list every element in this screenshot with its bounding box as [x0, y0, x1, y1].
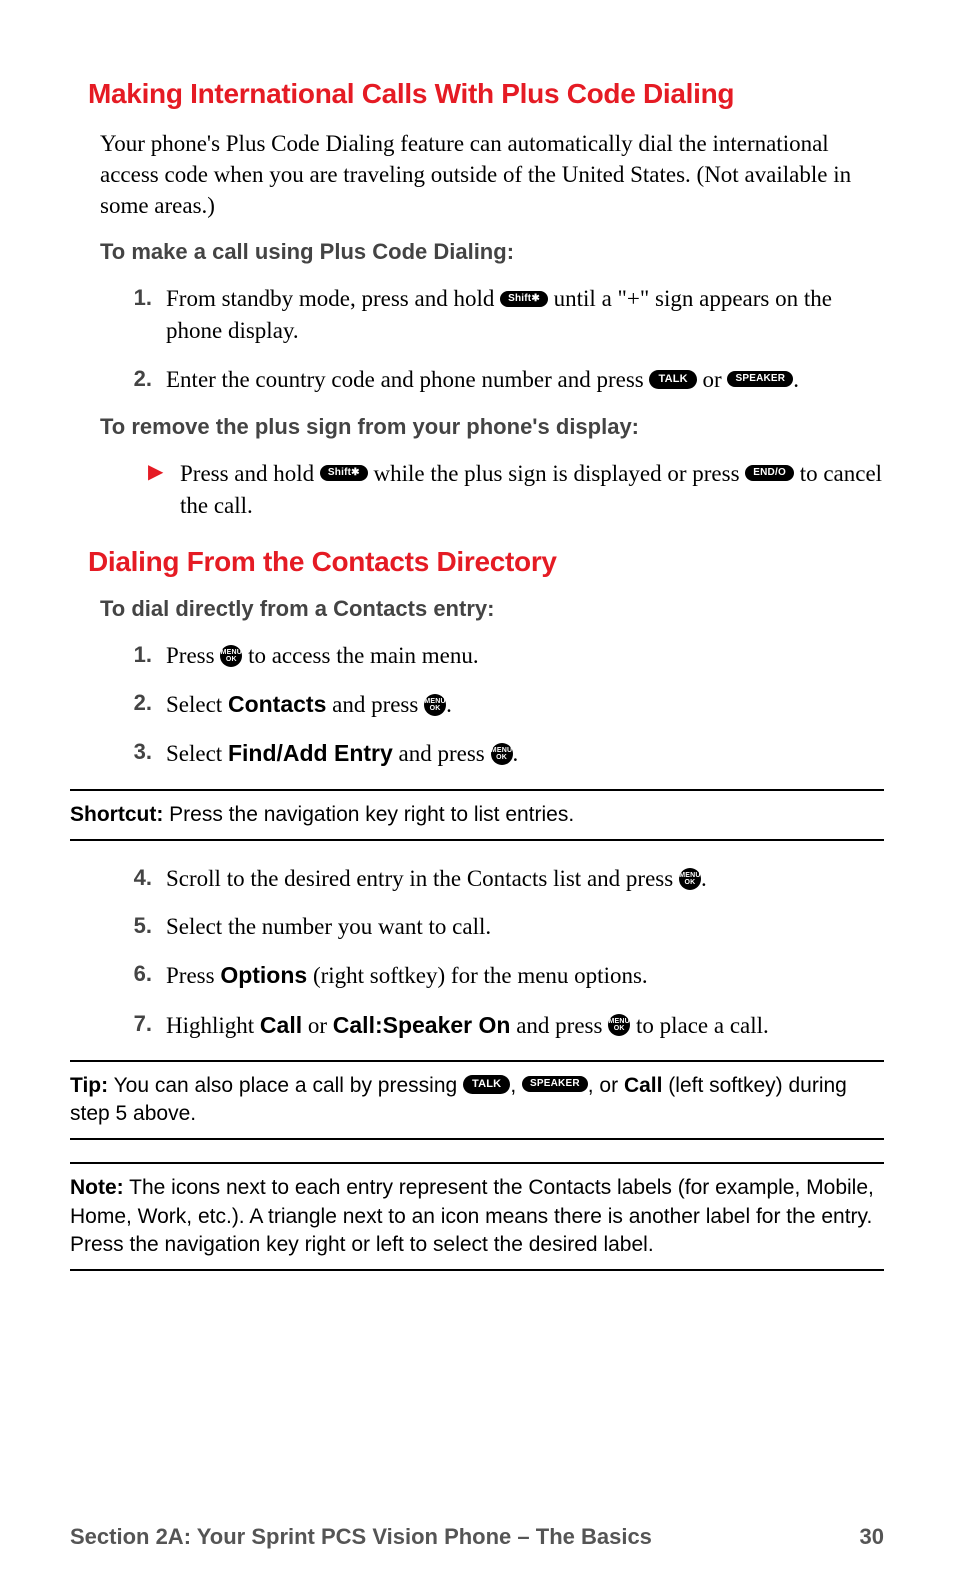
step-5: 5. Select the number you want to call.	[120, 911, 884, 943]
step-number: 7.	[120, 1009, 166, 1042]
shift-key-icon: Shift✱	[500, 291, 548, 307]
text-fragment: You can also place a call by pressing	[108, 1074, 463, 1097]
bullet-remove-plus: ▶ Press and hold Shift✱ while the plus s…	[148, 458, 884, 522]
menu-ok-key-icon: MENUOK	[679, 868, 701, 890]
text-fragment: or	[302, 1013, 333, 1038]
text-fragment: Select	[166, 741, 228, 766]
step-number: 1.	[120, 283, 166, 347]
bullet-item: ▶ Press and hold Shift✱ while the plus s…	[148, 458, 884, 522]
bold-term: Call	[624, 1074, 663, 1097]
step-1: 1. From standby mode, press and hold Shi…	[120, 283, 884, 347]
talk-key-icon: TALK	[649, 370, 696, 389]
footer-section-title: Section 2A: Your Sprint PCS Vision Phone…	[70, 1524, 652, 1550]
text-fragment: and press	[326, 692, 424, 717]
shortcut-callout: Shortcut: Press the navigation key right…	[70, 789, 884, 841]
intro-paragraph: Your phone's Plus Code Dialing feature c…	[100, 128, 884, 221]
step-number: 5.	[120, 911, 166, 943]
text-fragment: ,	[510, 1074, 522, 1097]
bold-term: Call	[260, 1012, 302, 1038]
step-text: Select the number you want to call.	[166, 911, 884, 943]
step-2: 2. Select Contacts and press MENUOK.	[120, 688, 884, 721]
text-fragment: Highlight	[166, 1013, 260, 1038]
text-fragment: .	[513, 741, 519, 766]
menu-ok-key-icon: MENUOK	[220, 645, 242, 667]
page-number: 30	[860, 1524, 884, 1550]
text-fragment: .	[701, 866, 707, 891]
note-label: Note:	[70, 1176, 124, 1199]
step-1: 1. Press MENUOK to access the main menu.	[120, 640, 884, 672]
subhead-dial-contacts: To dial directly from a Contacts entry:	[100, 596, 884, 622]
text-fragment: to access the main menu.	[242, 643, 478, 668]
shift-key-icon: Shift✱	[320, 465, 368, 481]
step-number: 2.	[120, 688, 166, 721]
note-callout: Note: The icons next to each entry repre…	[70, 1162, 884, 1271]
steps-contacts-a: 1. Press MENUOK to access the main menu.…	[120, 640, 884, 771]
step-6: 6. Press Options (right softkey) for the…	[120, 959, 884, 992]
step-4: 4. Scroll to the desired entry in the Co…	[120, 863, 884, 895]
bullet-text: Press and hold Shift✱ while the plus sig…	[180, 458, 884, 522]
text-fragment: to place a call.	[630, 1013, 769, 1038]
text-fragment: Press	[166, 963, 220, 988]
bold-term: Contacts	[228, 691, 326, 717]
bold-term: Find/Add Entry	[228, 740, 393, 766]
step-number: 6.	[120, 959, 166, 992]
subhead-remove-plus: To remove the plus sign from your phone'…	[100, 414, 884, 440]
step-text: Press MENUOK to access the main menu.	[166, 640, 884, 672]
heading-international-calls: Making International Calls With Plus Cod…	[88, 78, 884, 110]
speaker-key-icon: SPEAKER	[522, 1076, 588, 1092]
menu-ok-key-icon: MENUOK	[424, 694, 446, 716]
step-number: 3.	[120, 737, 166, 770]
tip-callout: Tip: You can also place a call by pressi…	[70, 1060, 884, 1141]
step-text: Press Options (right softkey) for the me…	[166, 959, 884, 992]
text-fragment: , or	[588, 1074, 624, 1097]
step-2: 2. Enter the country code and phone numb…	[120, 364, 884, 396]
step-text: Highlight Call or Call:Speaker On and pr…	[166, 1009, 884, 1042]
step-number: 4.	[120, 863, 166, 895]
heading-contacts-directory: Dialing From the Contacts Directory	[88, 546, 884, 578]
shortcut-text: Press the navigation key right to list e…	[163, 803, 574, 826]
page-footer: Section 2A: Your Sprint PCS Vision Phone…	[70, 1524, 884, 1550]
text-fragment: From standby mode, press and hold	[166, 286, 500, 311]
text-fragment: and press	[510, 1013, 608, 1038]
text-fragment: Press	[166, 643, 220, 668]
end-key-icon: END/O	[745, 465, 794, 481]
text-fragment: while the plus sign is displayed or pres…	[368, 461, 746, 486]
tip-label: Tip:	[70, 1074, 108, 1097]
menu-ok-key-icon: MENUOK	[608, 1014, 630, 1036]
bold-term: Call:Speaker On	[333, 1012, 511, 1038]
arrow-icon: ▶	[148, 458, 180, 522]
menu-ok-key-icon: MENUOK	[491, 743, 513, 765]
text-fragment: Scroll to the desired entry in the Conta…	[166, 866, 679, 891]
bold-term: Options	[220, 962, 307, 988]
step-text: Select Contacts and press MENUOK.	[166, 688, 884, 721]
text-fragment: .	[446, 692, 452, 717]
step-text: Select Find/Add Entry and press MENUOK.	[166, 737, 884, 770]
step-text: From standby mode, press and hold Shift✱…	[166, 283, 884, 347]
step-text: Enter the country code and phone number …	[166, 364, 884, 396]
subhead-make-call: To make a call using Plus Code Dialing:	[100, 239, 884, 265]
steps-make-call: 1. From standby mode, press and hold Shi…	[120, 283, 884, 396]
text-fragment: Select	[166, 692, 228, 717]
text-fragment: .	[793, 367, 799, 392]
text-fragment: or	[697, 367, 728, 392]
steps-contacts-b: 4. Scroll to the desired entry in the Co…	[120, 863, 884, 1042]
text-fragment: Press and hold	[180, 461, 320, 486]
note-text: The icons next to each entry represent t…	[70, 1176, 874, 1256]
talk-key-icon: TALK	[463, 1075, 510, 1094]
shortcut-label: Shortcut:	[70, 803, 163, 826]
text-fragment: and press	[393, 741, 491, 766]
text-fragment: Enter the country code and phone number …	[166, 367, 649, 392]
text-fragment: (right softkey) for the menu options.	[307, 963, 647, 988]
speaker-key-icon: SPEAKER	[727, 371, 793, 387]
step-number: 2.	[120, 364, 166, 396]
step-text: Scroll to the desired entry in the Conta…	[166, 863, 884, 895]
step-number: 1.	[120, 640, 166, 672]
step-7: 7. Highlight Call or Call:Speaker On and…	[120, 1009, 884, 1042]
step-3: 3. Select Find/Add Entry and press MENUO…	[120, 737, 884, 770]
